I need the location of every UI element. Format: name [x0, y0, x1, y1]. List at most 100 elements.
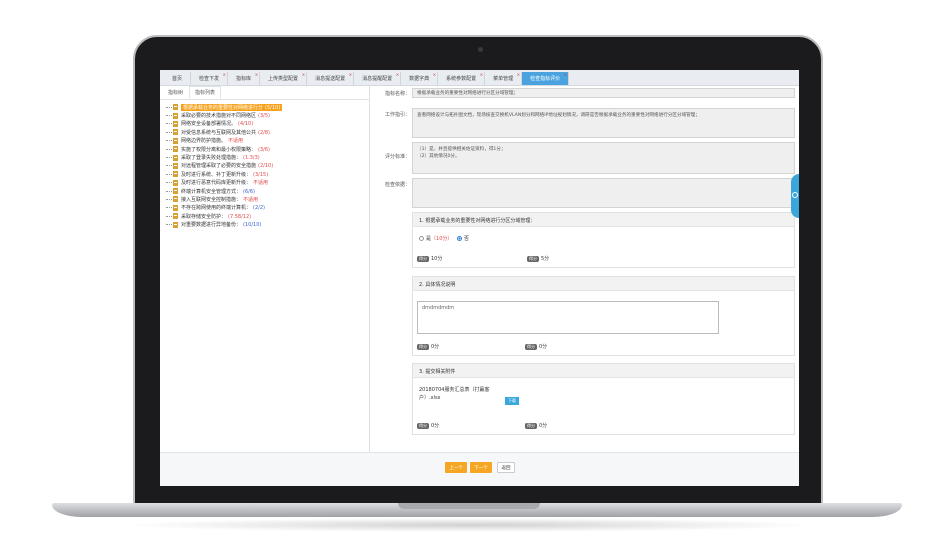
points-value: 0分: [539, 344, 548, 350]
tab-item[interactable]: 数据字典 ×: [401, 72, 439, 85]
question-card-3-title: 3. 提交相关附件: [413, 364, 794, 378]
tree-item[interactable]: 采取必要的技术措施对不同网络区 (3/5): [166, 111, 369, 119]
download-wrap: 下载: [501, 387, 519, 406]
tab-item[interactable]: 系统参数配置 ×: [438, 72, 486, 85]
tree-item[interactable]: 及时进行恶意代码库更新升级： 不适用: [166, 179, 369, 187]
tree-item[interactable]: 实施了权限分离和最小权限策略： (3/6): [166, 145, 369, 153]
tree-connector: [166, 182, 172, 184]
points-value: 5分: [541, 256, 550, 262]
tab-label: 指标库: [236, 76, 252, 82]
tree-item-label: 不存在跨网使用的终端计算机：: [181, 205, 252, 212]
subtab-tree[interactable]: 指标树: [162, 86, 189, 99]
tab-item[interactable]: 检查下发 ×: [191, 72, 229, 85]
tree-item-text-wrap: 网络安全设备部署情况。 (4/10): [181, 120, 253, 127]
tree-item[interactable]: 对受信息系统与互联网及其他公共 (2/8): [166, 128, 369, 136]
points-tag: 得分: [525, 343, 537, 350]
tree-item-text-wrap: 不存在跨网使用的终端计算机： (2/2): [181, 204, 265, 211]
tree-item-label: 对远程管理采取了必要的安全措施: [181, 163, 257, 170]
prev-button[interactable]: 上一个: [445, 462, 467, 473]
tab-item[interactable]: 菜单管理 ×: [485, 72, 523, 85]
tab-label: 检查下发: [199, 76, 220, 82]
evidence-field: [412, 178, 795, 208]
tree-connector: [166, 165, 172, 167]
close-icon[interactable]: ×: [223, 72, 226, 77]
tree-item[interactable]: 不存在跨网使用的终端计算机： (2/2): [166, 204, 369, 212]
tree-item-score: (6/6): [243, 188, 255, 195]
situation-textarea[interactable]: dmdmdmdm: [417, 301, 719, 334]
tree-item-label: 及时进行系统、补丁更新升级：: [181, 171, 252, 178]
tree-item-text-wrap: 采取了登录失败处理措施： (1.3/3): [181, 154, 260, 161]
score-value: 0分: [431, 344, 440, 350]
tree-item-label: 对重要数据进行异地备份：: [181, 222, 242, 229]
tree-item-score: (1.3/3): [243, 155, 260, 162]
back-button[interactable]: 返回: [497, 462, 515, 473]
document-icon: [173, 129, 178, 136]
tree-connector: [166, 215, 172, 217]
tree-item[interactable]: 根据承载业务的重要性对网络进行分 (5/10): [166, 103, 369, 111]
tab-item[interactable]: 指标库 ×: [228, 72, 261, 85]
close-icon[interactable]: ×: [564, 72, 567, 77]
close-icon[interactable]: ×: [349, 72, 352, 77]
tab-item[interactable]: 首页: [164, 72, 192, 85]
tree-item-label: 采取存储安全防护：: [181, 213, 227, 220]
radio-yes[interactable]: [419, 236, 424, 241]
tab-item[interactable]: 检查指标评价 ×: [522, 72, 570, 85]
side-settings-handle[interactable]: [791, 174, 799, 218]
tree-connector: [166, 106, 172, 108]
close-icon[interactable]: ×: [433, 72, 436, 77]
download-button[interactable]: 下载: [505, 397, 519, 405]
tree-item-label: 网络边界防护措施。: [181, 138, 227, 145]
close-icon[interactable]: ×: [480, 72, 483, 77]
screen: 首页 检查下发 × 指标库 × 上传类型配置 × 消息提送配置 × 消息提醒配置 × 数据字典 × 系统参…: [160, 70, 799, 486]
tree-connector: [166, 157, 172, 159]
score-tag: 得分: [417, 255, 429, 262]
tree-item-text-wrap: 采取存储安全防护： (7.58/12): [181, 213, 251, 220]
guide-label: 工作指引：: [384, 112, 410, 118]
tree-item[interactable]: 对远程管理采取了必要的安全措施 (2/10): [166, 162, 369, 170]
tree-item[interactable]: 采取存储安全防护： (7.58/12): [166, 212, 369, 220]
tree-item[interactable]: 对重要数据进行异地备份： (10/10): [166, 220, 369, 228]
attachment-file[interactable]: 20180704服务汇总表（打赢客户）.xlsx: [419, 386, 509, 402]
score-tag: 得分: [417, 422, 429, 429]
tree-connector: [166, 207, 172, 209]
close-icon[interactable]: ×: [517, 72, 520, 77]
attachment-file-name[interactable]: 20180704服务汇总表（打赢客户）.xlsx: [419, 387, 489, 401]
tree-item[interactable]: 接入互联网安全控制措施： 不适用: [166, 195, 369, 203]
tree-item-score: (2/8): [258, 129, 270, 136]
top-tab-bar: 首页 检查下发 × 指标库 × 上传类型配置 × 消息提送配置 × 消息提醒配置 × 数据字典 × 系统参…: [160, 70, 799, 86]
document-icon: [173, 221, 178, 228]
question-card-3: 3. 提交相关附件 20180704服务汇总表（打赢客户）.xlsx 下载 得分…: [412, 363, 795, 435]
tree-item[interactable]: 终端计算机安全管理方式： (6/6): [166, 187, 369, 195]
tab-label: 系统参数配置: [446, 76, 477, 82]
tab-item[interactable]: 消息提送配置 ×: [307, 72, 355, 85]
document-icon: [173, 120, 178, 127]
tree-item-label: 接入互联网安全控制措施：: [181, 196, 242, 203]
card-3-score: 得分 0分: [417, 422, 439, 429]
next-button[interactable]: 下一个: [470, 462, 492, 473]
document-icon: [173, 196, 178, 203]
tree-item-score: 不适用: [243, 196, 259, 203]
points-value: 0分: [539, 423, 548, 429]
option-yes[interactable]: 是 （10分）: [419, 235, 452, 242]
tree-item[interactable]: 网络安全设备部署情况。 (4/10): [166, 120, 369, 128]
radio-no[interactable]: [457, 236, 462, 241]
close-icon[interactable]: ×: [302, 72, 305, 77]
tree-item[interactable]: 网络边界防护措施。 不适用: [166, 137, 369, 145]
option-no-label: 否: [464, 236, 470, 242]
tree-item-score: (5/10): [265, 104, 281, 111]
question-card-1-title: 1. 根据承载业务的重要性对网络进行分区分域管理：: [413, 213, 794, 227]
criteria-label: 评分标准：: [384, 154, 410, 160]
tree-item-label: 对受信息系统与互联网及其他公共: [181, 129, 257, 136]
close-icon[interactable]: ×: [396, 72, 399, 77]
subtab-bar: 指标树 指标列表: [160, 86, 369, 100]
evidence-label: 检查依据：: [384, 182, 410, 188]
close-icon[interactable]: ×: [255, 72, 258, 77]
tab-item[interactable]: 消息提醒配置 ×: [354, 72, 402, 85]
tab-item[interactable]: 上传类型配置 ×: [260, 72, 308, 85]
question-card-2-title: 2. 具体情况说明: [413, 277, 794, 291]
tree-item[interactable]: 采取了登录失败处理措施： (1.3/3): [166, 153, 369, 161]
subtab-list[interactable]: 指标列表: [189, 86, 222, 99]
tree-item[interactable]: 及时进行系统、补丁更新升级： (3/15): [166, 170, 369, 178]
option-no[interactable]: 否: [457, 235, 469, 242]
tree-item-text-wrap: 对远程管理采取了必要的安全措施 (2/10): [181, 162, 273, 169]
